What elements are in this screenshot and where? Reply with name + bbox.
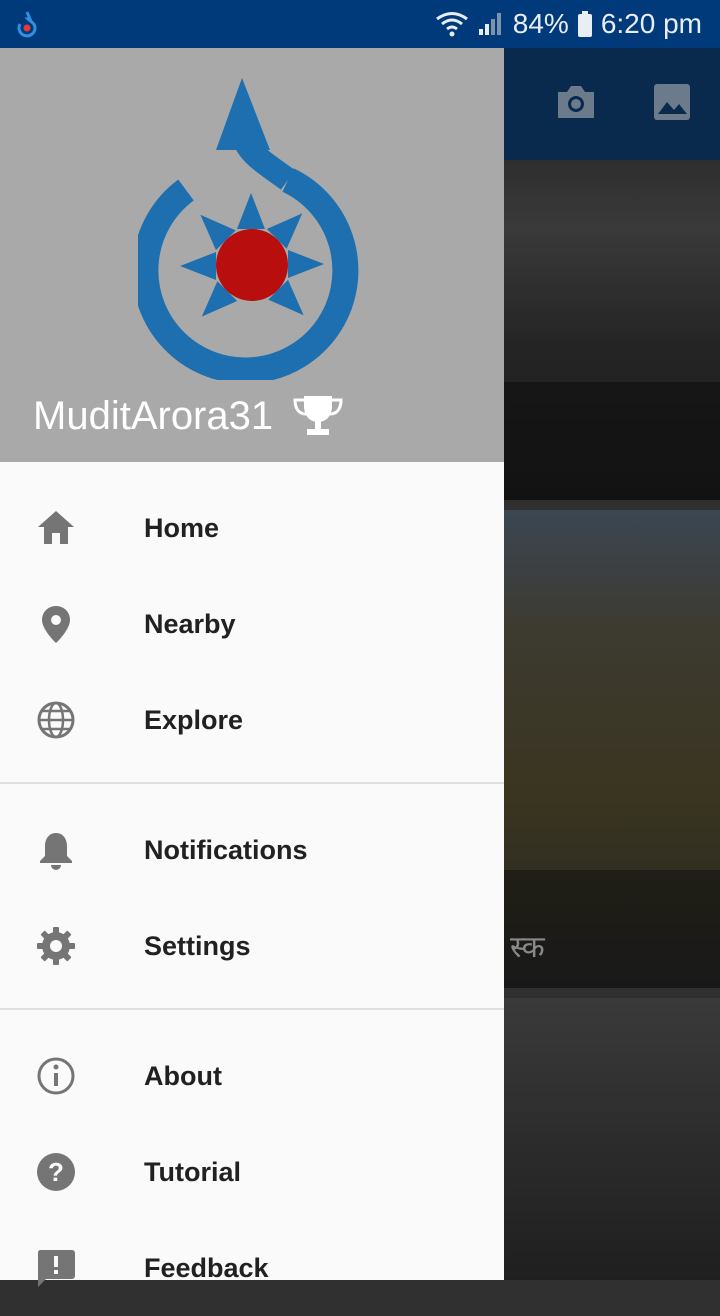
navigation-drawer: MuditArora31 Home Nearby Explore Notific…	[0, 48, 504, 1287]
menu-item-notifications[interactable]: Notifications	[0, 802, 504, 898]
menu-label: Notifications	[144, 835, 308, 865]
photo-caption-strip	[504, 382, 720, 500]
wifi-icon	[435, 12, 468, 37]
menu-item-about[interactable]: About	[0, 1028, 504, 1124]
menu-item-feedback[interactable]: Feedback	[0, 1220, 504, 1316]
commons-logo	[138, 78, 359, 380]
menu-label: Home	[144, 513, 220, 543]
location-pin-icon	[42, 606, 70, 643]
trophy-icon[interactable]	[292, 394, 344, 438]
home-icon	[38, 511, 74, 544]
photo-thumbnail[interactable]: स्क	[504, 510, 720, 988]
photo-thumbnail[interactable]	[504, 160, 720, 500]
menu-divider	[0, 782, 504, 784]
menu-item-explore[interactable]: Explore	[0, 672, 504, 768]
gallery-icon[interactable]	[650, 80, 694, 124]
app-toolbar	[504, 48, 720, 160]
feedback-icon	[37, 1250, 75, 1287]
battery-icon	[577, 11, 592, 37]
commons-app-icon	[17, 11, 37, 38]
username: MuditArora31	[33, 394, 274, 438]
globe-icon	[37, 701, 75, 739]
menu-label: Settings	[144, 931, 251, 961]
menu-label: Tutorial	[144, 1157, 241, 1187]
menu-label: Explore	[144, 705, 244, 735]
camera-icon[interactable]	[554, 80, 598, 124]
bell-icon	[40, 833, 72, 870]
photo-caption-strip: स्क	[504, 870, 720, 988]
signal-icon	[478, 13, 501, 35]
menu-label: Feedback	[144, 1253, 269, 1283]
help-icon: ?	[37, 1153, 75, 1191]
menu-label: Nearby	[144, 609, 236, 639]
drawer-header: MuditArora31	[0, 48, 504, 462]
gear-icon	[37, 927, 75, 965]
menu-divider	[0, 1008, 504, 1010]
menu-label: About	[144, 1061, 222, 1091]
menu-item-home[interactable]: Home	[0, 480, 504, 576]
info-icon	[37, 1057, 75, 1095]
photo-caption: स्क	[510, 931, 545, 964]
menu-item-tutorial[interactable]: ? Tutorial	[0, 1124, 504, 1220]
clock: 6:20 pm	[600, 8, 702, 39]
photo-thumbnail[interactable]	[504, 998, 720, 1280]
status-bar: 84% 6:20 pm	[0, 0, 720, 48]
menu-item-nearby[interactable]: Nearby	[0, 576, 504, 672]
battery-percent: 84%	[512, 8, 569, 39]
menu-item-settings[interactable]: Settings	[0, 898, 504, 994]
svg-text:?: ?	[48, 1157, 64, 1187]
